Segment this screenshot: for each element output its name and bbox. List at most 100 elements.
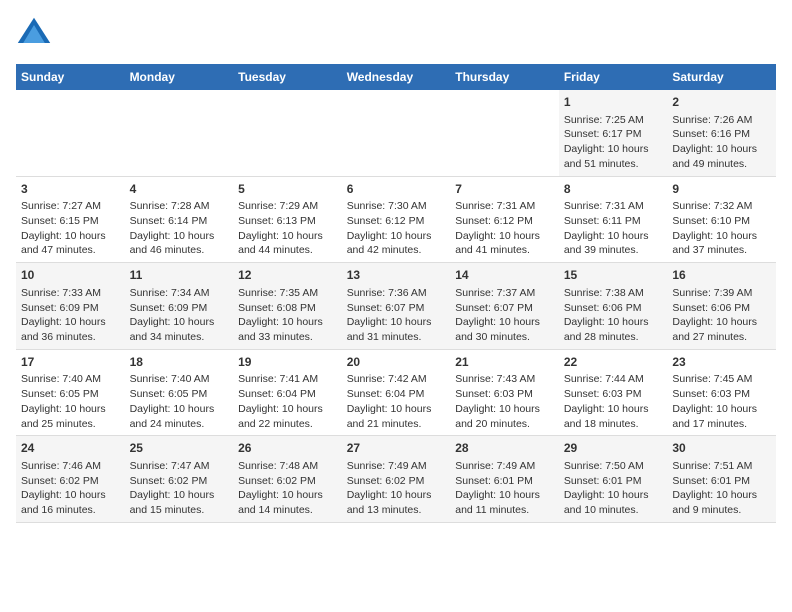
calendar-cell [450,90,559,176]
day-info: Sunrise: 7:31 AM [564,199,663,214]
calendar-week-row: 10Sunrise: 7:33 AMSunset: 6:09 PMDayligh… [16,263,776,350]
day-info: Sunset: 6:05 PM [130,387,229,402]
day-number: 22 [564,354,663,371]
calendar-cell [125,90,234,176]
calendar-cell: 28 Sunrise: 7:49 AMSunset: 6:01 PMDayligh… [450,436,559,523]
calendar-cell: 15Sunrise: 7:38 AMSunset: 6:06 PMDayligh… [559,263,668,350]
day-info: Sunrise: 7:38 AM [564,286,663,301]
day-info: Daylight: 10 hours [564,142,663,157]
day-info: Daylight: 10 hours [455,488,554,503]
calendar-cell: 3Sunrise: 7:27 AMSunset: 6:15 PMDaylight… [16,176,125,263]
day-info: Sunset: 6:04 PM [238,387,337,402]
calendar-cell: 11Sunrise: 7:34 AMSunset: 6:09 PMDayligh… [125,263,234,350]
day-info: Sunrise: 7:31 AM [455,199,554,214]
day-info: and 47 minutes. [21,243,120,258]
day-info: and 21 minutes. [347,417,446,432]
day-info: Sunset: 6:04 PM [347,387,446,402]
day-info: Daylight: 10 hours [347,402,446,417]
calendar-cell: 25Sunrise: 7:47 AMSunset: 6:02 PMDayligh… [125,436,234,523]
calendar-cell: 14Sunrise: 7:37 AMSunset: 6:07 PMDayligh… [450,263,559,350]
day-info: Sunset: 6:03 PM [564,387,663,402]
day-info: and 37 minutes. [672,243,771,258]
day-number: 14 [455,267,554,284]
day-info: Sunrise: 7:39 AM [672,286,771,301]
page-header [16,16,776,52]
day-info: Sunrise: 7:29 AM [238,199,337,214]
day-info: Daylight: 10 hours [564,488,663,503]
weekday-header: Monday [125,64,234,90]
weekday-header: Saturday [667,64,776,90]
day-info: Sunrise: 7:47 AM [130,459,229,474]
day-number: 1 [564,94,663,111]
calendar-cell: 5Sunrise: 7:29 AMSunset: 6:13 PMDaylight… [233,176,342,263]
day-info: Sunrise: 7:45 AM [672,372,771,387]
calendar-cell: 17Sunrise: 7:40 AMSunset: 6:05 PMDayligh… [16,349,125,436]
day-number: 26 [238,440,337,457]
day-number: 28 [455,440,554,457]
day-info: Sunset: 6:16 PM [672,127,771,142]
day-info: and 49 minutes. [672,157,771,172]
calendar-cell: 9Sunrise: 7:32 AMSunset: 6:10 PMDaylight… [667,176,776,263]
day-info: and 36 minutes. [21,330,120,345]
day-info: Daylight: 10 hours [130,315,229,330]
day-info: Sunrise: 7:30 AM [347,199,446,214]
calendar-cell: 12Sunrise: 7:35 AMSunset: 6:08 PMDayligh… [233,263,342,350]
day-info: and 30 minutes. [455,330,554,345]
day-info: Daylight: 10 hours [672,315,771,330]
day-info: Daylight: 10 hours [238,402,337,417]
day-info: Sunrise: 7:49 AM [455,459,554,474]
calendar-week-row: 1Sunrise: 7:25 AMSunset: 6:17 PMDaylight… [16,90,776,176]
day-info: and 9 minutes. [672,503,771,518]
day-info: Sunrise: 7:50 AM [564,459,663,474]
calendar-cell: 6Sunrise: 7:30 AMSunset: 6:12 PMDaylight… [342,176,451,263]
day-number: 20 [347,354,446,371]
weekday-header: Friday [559,64,668,90]
day-info: Sunset: 6:09 PM [21,301,120,316]
calendar-cell [16,90,125,176]
day-info: Sunset: 6:01 PM [455,474,554,489]
day-number: 16 [672,267,771,284]
day-info: Sunrise: 7:51 AM [672,459,771,474]
day-number: 11 [130,267,229,284]
calendar-cell: 30Sunrise: 7:51 AMSunset: 6:01 PMDayligh… [667,436,776,523]
day-info: Sunset: 6:15 PM [21,214,120,229]
day-info: Sunrise: 7:35 AM [238,286,337,301]
day-info: Sunset: 6:02 PM [347,474,446,489]
day-number: 23 [672,354,771,371]
weekday-header: Tuesday [233,64,342,90]
calendar-cell: 24Sunrise: 7:46 AMSunset: 6:02 PMDayligh… [16,436,125,523]
day-number: 9 [672,181,771,198]
day-info: Sunrise: 7:46 AM [21,459,120,474]
calendar-cell: 10Sunrise: 7:33 AMSunset: 6:09 PMDayligh… [16,263,125,350]
day-info: Sunset: 6:06 PM [564,301,663,316]
day-info: Daylight: 10 hours [238,229,337,244]
day-info: Daylight: 10 hours [130,488,229,503]
day-info: and 24 minutes. [130,417,229,432]
calendar-table: SundayMondayTuesdayWednesdayThursdayFrid… [16,64,776,523]
calendar-cell: 27Sunrise: 7:49 AMSunset: 6:02 PMDayligh… [342,436,451,523]
day-info: and 34 minutes. [130,330,229,345]
calendar-week-row: 17Sunrise: 7:40 AMSunset: 6:05 PMDayligh… [16,349,776,436]
calendar-body: 1Sunrise: 7:25 AMSunset: 6:17 PMDaylight… [16,90,776,522]
day-info: Sunset: 6:03 PM [455,387,554,402]
day-info: and 25 minutes. [21,417,120,432]
day-info: Sunset: 6:03 PM [672,387,771,402]
day-info: Sunrise: 7:44 AM [564,372,663,387]
day-info: and 13 minutes. [347,503,446,518]
calendar-cell: 18Sunrise: 7:40 AMSunset: 6:05 PMDayligh… [125,349,234,436]
day-info: and 46 minutes. [130,243,229,258]
day-number: 24 [21,440,120,457]
calendar-cell: 8Sunrise: 7:31 AMSunset: 6:11 PMDaylight… [559,176,668,263]
day-info: Daylight: 10 hours [21,402,120,417]
day-info: Daylight: 10 hours [130,229,229,244]
day-number: 5 [238,181,337,198]
day-number: 21 [455,354,554,371]
day-info: Sunset: 6:06 PM [672,301,771,316]
calendar-cell: 16 Sunrise: 7:39 AMSunset: 6:06 PMDayligh… [667,263,776,350]
day-info: Sunrise: 7:40 AM [21,372,120,387]
day-info: Sunrise: 7:34 AM [130,286,229,301]
day-info: and 44 minutes. [238,243,337,258]
day-info: Daylight: 10 hours [238,315,337,330]
day-info: Daylight: 10 hours [672,142,771,157]
day-info: and 22 minutes. [238,417,337,432]
